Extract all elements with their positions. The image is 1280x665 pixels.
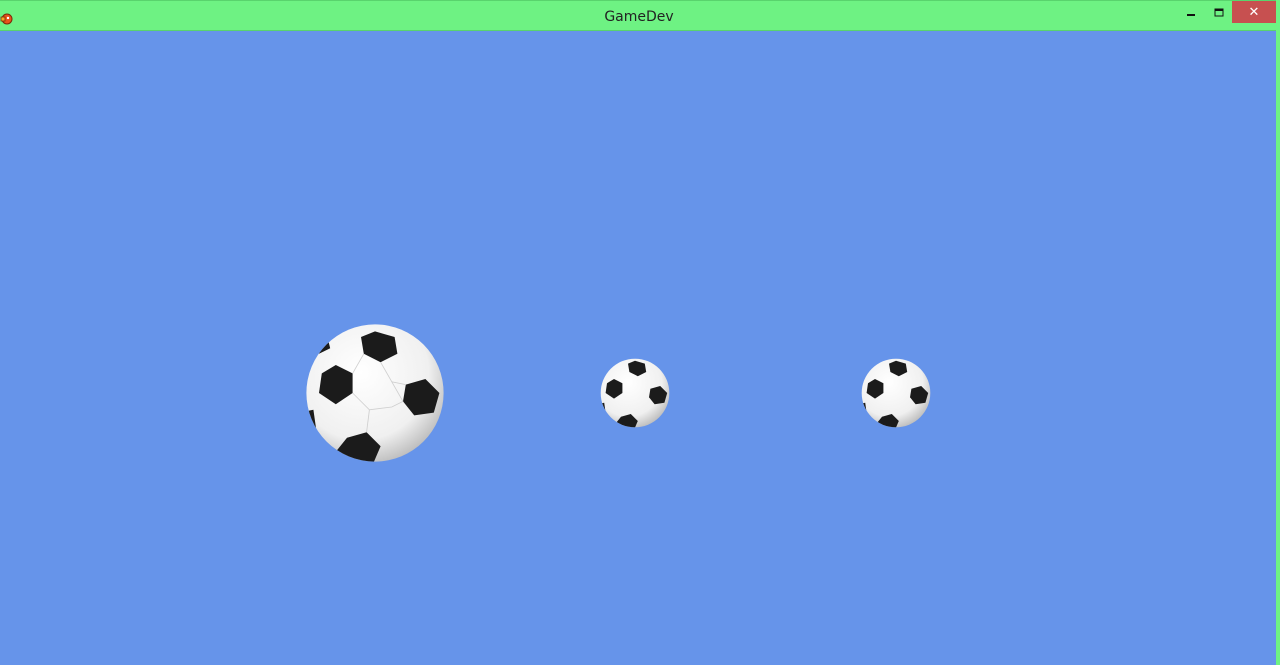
- minimize-button[interactable]: [1178, 1, 1204, 23]
- soccer-ball-small: [861, 358, 931, 428]
- soccer-ball-medium: [600, 358, 670, 428]
- soccer-ball-large: [305, 323, 445, 463]
- window-title: GameDev: [604, 9, 674, 25]
- game-canvas[interactable]: [0, 31, 1276, 665]
- minimize-icon: [1186, 3, 1196, 22]
- close-button[interactable]: ✕: [1232, 1, 1276, 23]
- maximize-icon: [1214, 3, 1224, 22]
- maximize-button[interactable]: [1206, 1, 1232, 23]
- close-icon: ✕: [1248, 4, 1260, 20]
- game-window: GameDev ✕: [0, 0, 1280, 665]
- window-border: [1276, 0, 1280, 665]
- title-bar[interactable]: GameDev ✕: [0, 0, 1278, 31]
